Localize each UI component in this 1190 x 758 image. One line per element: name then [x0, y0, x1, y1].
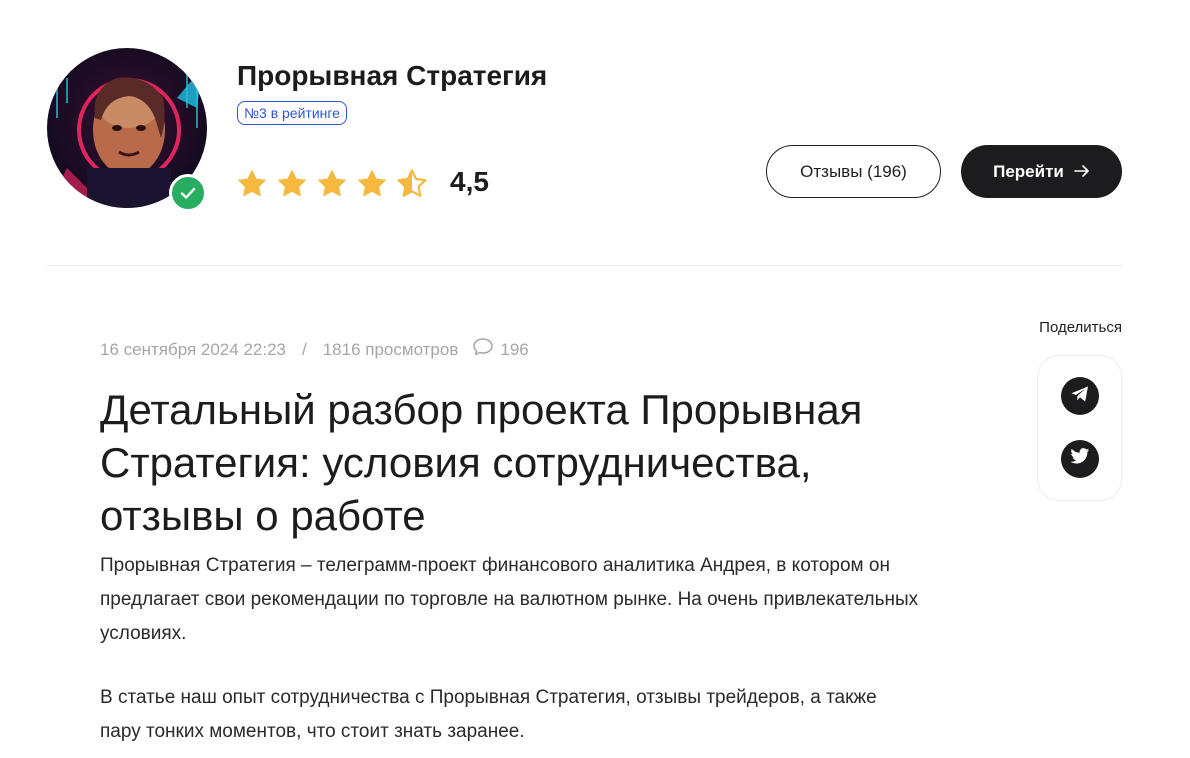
article-title: Детальный разбор проекта Прорывная Страт… — [100, 386, 863, 539]
comments-count: 196 — [500, 339, 529, 359]
share-label: Поделиться — [1039, 319, 1122, 336]
share-telegram-button[interactable] — [1061, 377, 1099, 415]
star-icon — [278, 170, 306, 197]
star-icon — [358, 170, 386, 197]
project-avatar[interactable] — [47, 48, 207, 212]
star-icon — [318, 170, 346, 197]
article-views: 1816 просмотров — [322, 339, 459, 359]
reviews-button-label: Отзывы (196) — [800, 161, 907, 181]
project-title[interactable]: Прорывная Стратегия — [237, 60, 547, 92]
header-divider — [47, 265, 1122, 266]
reviews-button[interactable]: Отзывы (196) — [766, 145, 941, 198]
go-button[interactable]: Перейти — [961, 145, 1122, 198]
verified-badge-icon — [169, 174, 207, 212]
arrow-right-icon — [1074, 162, 1090, 182]
telegram-icon — [1070, 385, 1090, 408]
rank-badge[interactable]: №3 в рейтинге — [237, 101, 347, 125]
comment-icon — [472, 337, 494, 362]
star-icon — [238, 170, 266, 197]
share-twitter-button[interactable] — [1061, 440, 1099, 478]
comments-link[interactable]: 196 — [472, 337, 529, 362]
article-meta: 16 сентября 2024 22:23 / 1816 просмотров… — [100, 337, 529, 362]
article-paragraph: В статье наш опыт сотрудничества с Проры… — [100, 687, 877, 742]
share-panel — [1037, 355, 1122, 501]
rating-stars — [236, 168, 428, 200]
meta-separator: / — [301, 339, 307, 359]
article-paragraph: Прорывная Стратегия – телеграмм-проект ф… — [100, 555, 919, 644]
twitter-icon — [1070, 448, 1090, 470]
article-date: 16 сентября 2024 22:23 — [100, 339, 286, 359]
go-button-label: Перейти — [993, 161, 1064, 181]
star-half-icon — [397, 169, 427, 197]
rating-value: 4,5 — [450, 166, 489, 197]
